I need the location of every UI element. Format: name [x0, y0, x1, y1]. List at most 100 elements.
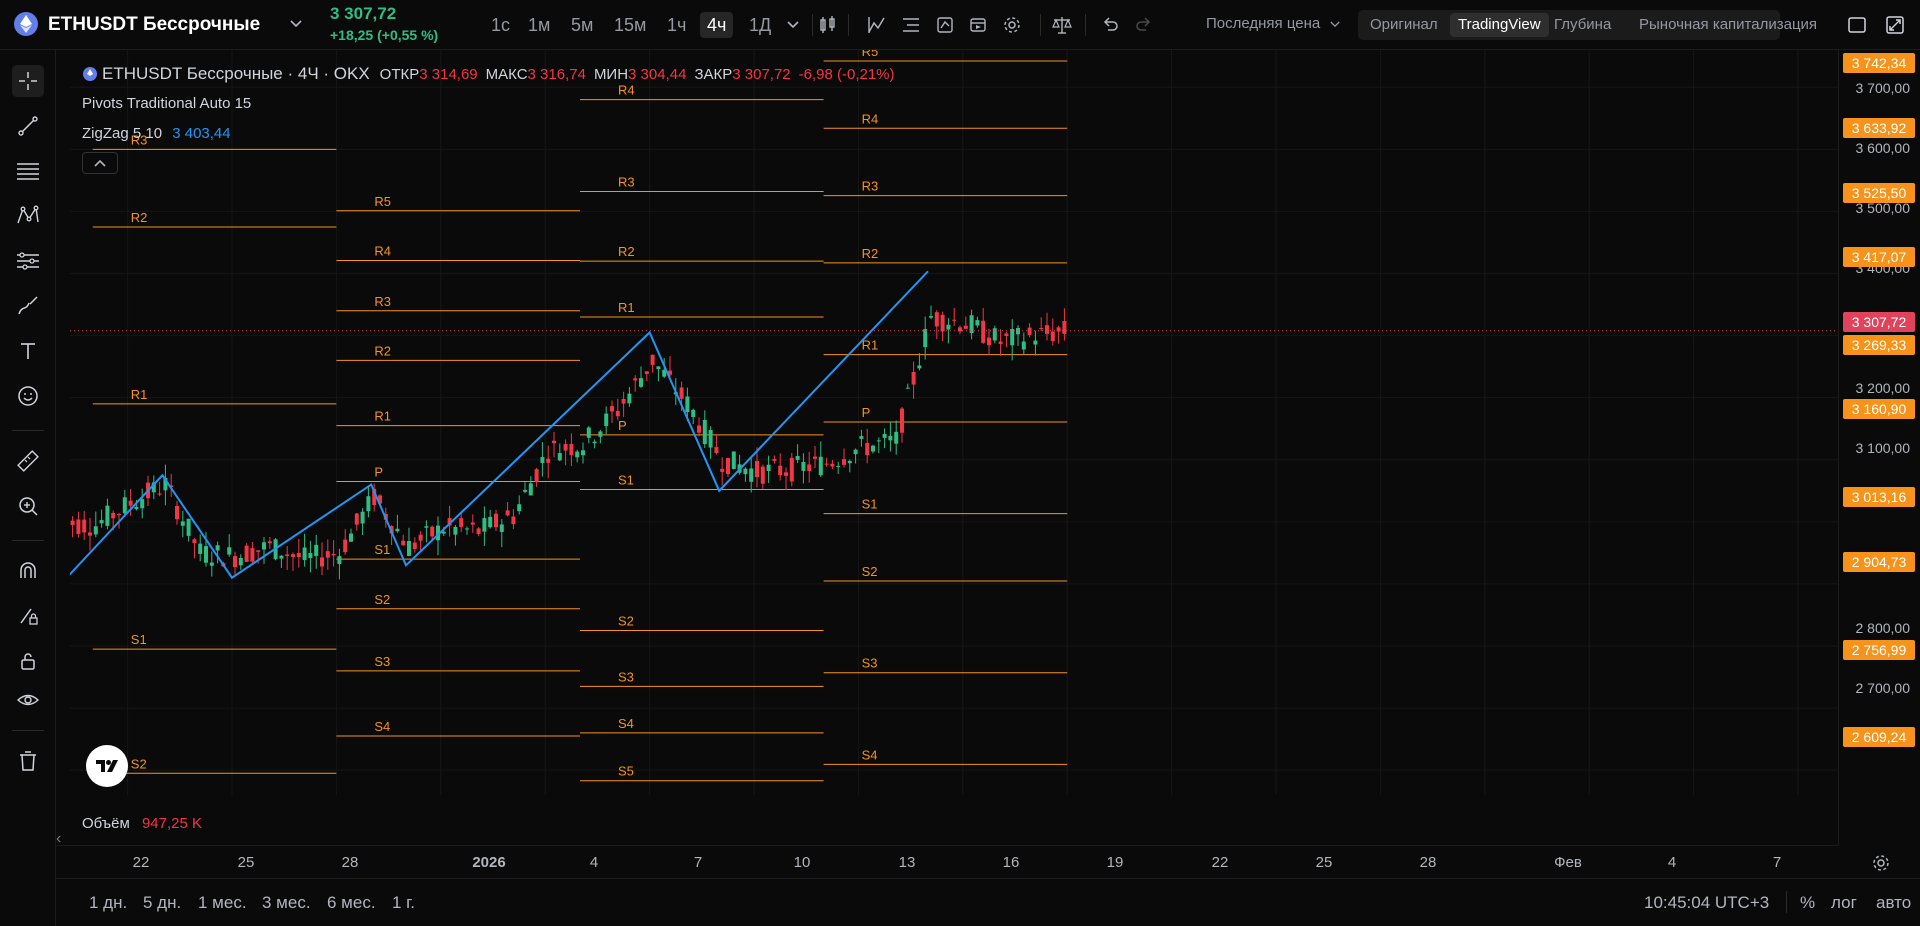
price-axis[interactable]: 3 700,00 3 600,00 3 500,00 3 400,00 3 20…	[1838, 50, 1920, 845]
candle-body	[499, 524, 504, 532]
candle-body	[644, 371, 649, 375]
pivot-level-label: R1	[374, 409, 391, 424]
crosshair-cursor-icon[interactable]	[12, 65, 44, 97]
text-tool-icon[interactable]	[12, 335, 44, 367]
tradingview-logo-icon[interactable]	[86, 745, 128, 787]
timezone-clock[interactable]: 10:45:04 UTC+3	[1644, 893, 1769, 913]
pivot-level-label: R4	[618, 83, 635, 98]
candle-body	[215, 545, 220, 551]
candle-body	[401, 540, 406, 546]
templates-list-icon[interactable]	[898, 12, 924, 38]
candle-body	[563, 444, 568, 451]
price-chart[interactable]: R3 R2 R1 S1 S2 R5 R4 R3 R2 R1 P S1 S2 S3 S4 R4 R3 R2 R1 P S1…	[70, 50, 1838, 795]
candles-chart-type-icon[interactable]	[815, 12, 841, 38]
redo-icon[interactable]	[1131, 12, 1157, 38]
pivot-level-label: S1	[618, 473, 634, 488]
candle-body	[302, 547, 307, 561]
volume-legend[interactable]: Объём 947,25 K	[82, 815, 202, 832]
layout-window-icon[interactable]	[1844, 12, 1870, 38]
timeframe-1h[interactable]: 1ч	[660, 12, 693, 38]
fullscreen-icon[interactable]	[1882, 12, 1908, 38]
brush-icon[interactable]	[12, 290, 44, 322]
view-market-cap-button[interactable]: Рыночная капитализация	[1631, 13, 1825, 37]
range-1m-button[interactable]: 1 мес.	[198, 893, 247, 913]
pivot-price-label-r3: 3 525,50	[1843, 183, 1915, 203]
symbol-title[interactable]: ETHUSDT Бессрочные	[48, 14, 260, 36]
percent-scale-toggle[interactable]: %	[1800, 893, 1815, 913]
range-3m-button[interactable]: 3 мес.	[262, 893, 311, 913]
magnet-icon[interactable]	[12, 555, 44, 587]
timeframe-more-chevron-icon[interactable]	[780, 12, 806, 38]
time-axis[interactable]: 22 25 28 2026 4 7 10 13 16 19 22 25 28 Ф…	[56, 845, 1838, 877]
candle-body	[557, 453, 562, 461]
view-original-button[interactable]: Оригинал	[1362, 13, 1446, 37]
candle-body	[93, 526, 98, 535]
indicators-icon[interactable]	[864, 12, 890, 38]
trash-icon[interactable]	[12, 745, 44, 777]
toolbar-separator	[1786, 891, 1787, 913]
time-tick: 22	[132, 854, 150, 871]
candle-body	[627, 393, 632, 404]
ruler-measure-icon[interactable]	[12, 445, 44, 477]
pivots-indicator-legend[interactable]: Pivots Traditional Auto 15	[82, 95, 251, 112]
fib-retracement-icon[interactable]	[12, 155, 44, 187]
trend-line-icon[interactable]	[12, 110, 44, 142]
alert-icon[interactable]	[932, 12, 958, 38]
candle-body	[714, 447, 719, 454]
chart-legend: ETHUSDT Бессрочные · 4Ч · OKX ОТКР 3 314…	[82, 64, 903, 84]
candle-body	[923, 329, 928, 348]
candle-body	[267, 541, 272, 544]
pivot-level-label: R3	[618, 175, 635, 190]
forecast-tool-icon[interactable]	[12, 245, 44, 277]
pivot-levels: R3 R2 R1 S1 S2 R5 R4 R3 R2 R1 P S1 S2 S3 S4 R4 R3 R2 R1 P S1…	[92, 50, 1068, 782]
legend-symbol[interactable]: ETHUSDT Бессрочные · 4Ч · OKX	[102, 64, 370, 84]
settings-gear-icon[interactable]	[999, 12, 1025, 38]
legend-collapse-chevron-up-icon[interactable]	[82, 152, 118, 174]
zigzag-indicator	[70, 270, 929, 580]
view-depth-button[interactable]: Глубина	[1546, 13, 1619, 37]
timeframe-15m[interactable]: 15м	[607, 12, 653, 38]
timeframe-1d[interactable]: 1Д	[742, 12, 778, 38]
chevron-down-icon[interactable]	[285, 13, 307, 35]
view-tradingview-button[interactable]: TradingView	[1450, 13, 1549, 37]
candle-body	[911, 371, 916, 385]
replay-icon[interactable]	[965, 12, 991, 38]
timeframe-4h[interactable]: 4ч	[700, 12, 734, 38]
candle-body	[981, 320, 986, 343]
candle-body	[528, 483, 533, 496]
range-1y-button[interactable]: 1 г.	[392, 893, 415, 913]
price-type-select[interactable]: Последняя цена	[1206, 15, 1341, 32]
pivot-price-label-s4: 2 609,24	[1843, 727, 1915, 747]
candle-body	[905, 387, 910, 389]
candle-body	[633, 378, 638, 381]
emoji-smile-icon[interactable]	[12, 380, 44, 412]
candle-body	[366, 496, 371, 512]
candle-body	[256, 550, 261, 552]
eye-visibility-icon[interactable]	[12, 685, 44, 717]
range-6m-button[interactable]: 6 мес.	[327, 893, 376, 913]
compare-scales-icon[interactable]	[1049, 12, 1075, 38]
pattern-tool-icon[interactable]	[12, 200, 44, 232]
axis-settings-gear-icon[interactable]	[1868, 850, 1894, 876]
log-scale-toggle[interactable]: лог	[1831, 893, 1857, 913]
candle-body	[610, 406, 614, 412]
candle-body	[685, 396, 690, 413]
candle-body	[227, 547, 232, 555]
undo-icon[interactable]	[1097, 12, 1123, 38]
candle-body	[929, 316, 933, 318]
lock-drawing-pen-icon[interactable]	[12, 600, 44, 632]
pivot-level-label: S2	[862, 564, 878, 579]
lock-icon[interactable]	[12, 645, 44, 677]
range-1d-button[interactable]: 1 дн.	[89, 893, 127, 913]
candle-body	[407, 540, 411, 556]
zoom-in-icon[interactable]	[12, 490, 44, 522]
timeframe-1s[interactable]: 1с	[484, 12, 517, 38]
range-5d-button[interactable]: 5 дн.	[143, 893, 181, 913]
candle-body	[900, 408, 904, 433]
auto-scale-toggle[interactable]: авто	[1876, 893, 1911, 913]
candle-body	[853, 449, 858, 455]
timeframe-5m[interactable]: 5м	[564, 12, 600, 38]
timeframe-1m[interactable]: 1м	[521, 12, 557, 38]
zigzag-indicator-legend[interactable]: ZigZag 5 10 3 403,44	[82, 125, 231, 142]
candle-body	[760, 466, 765, 484]
